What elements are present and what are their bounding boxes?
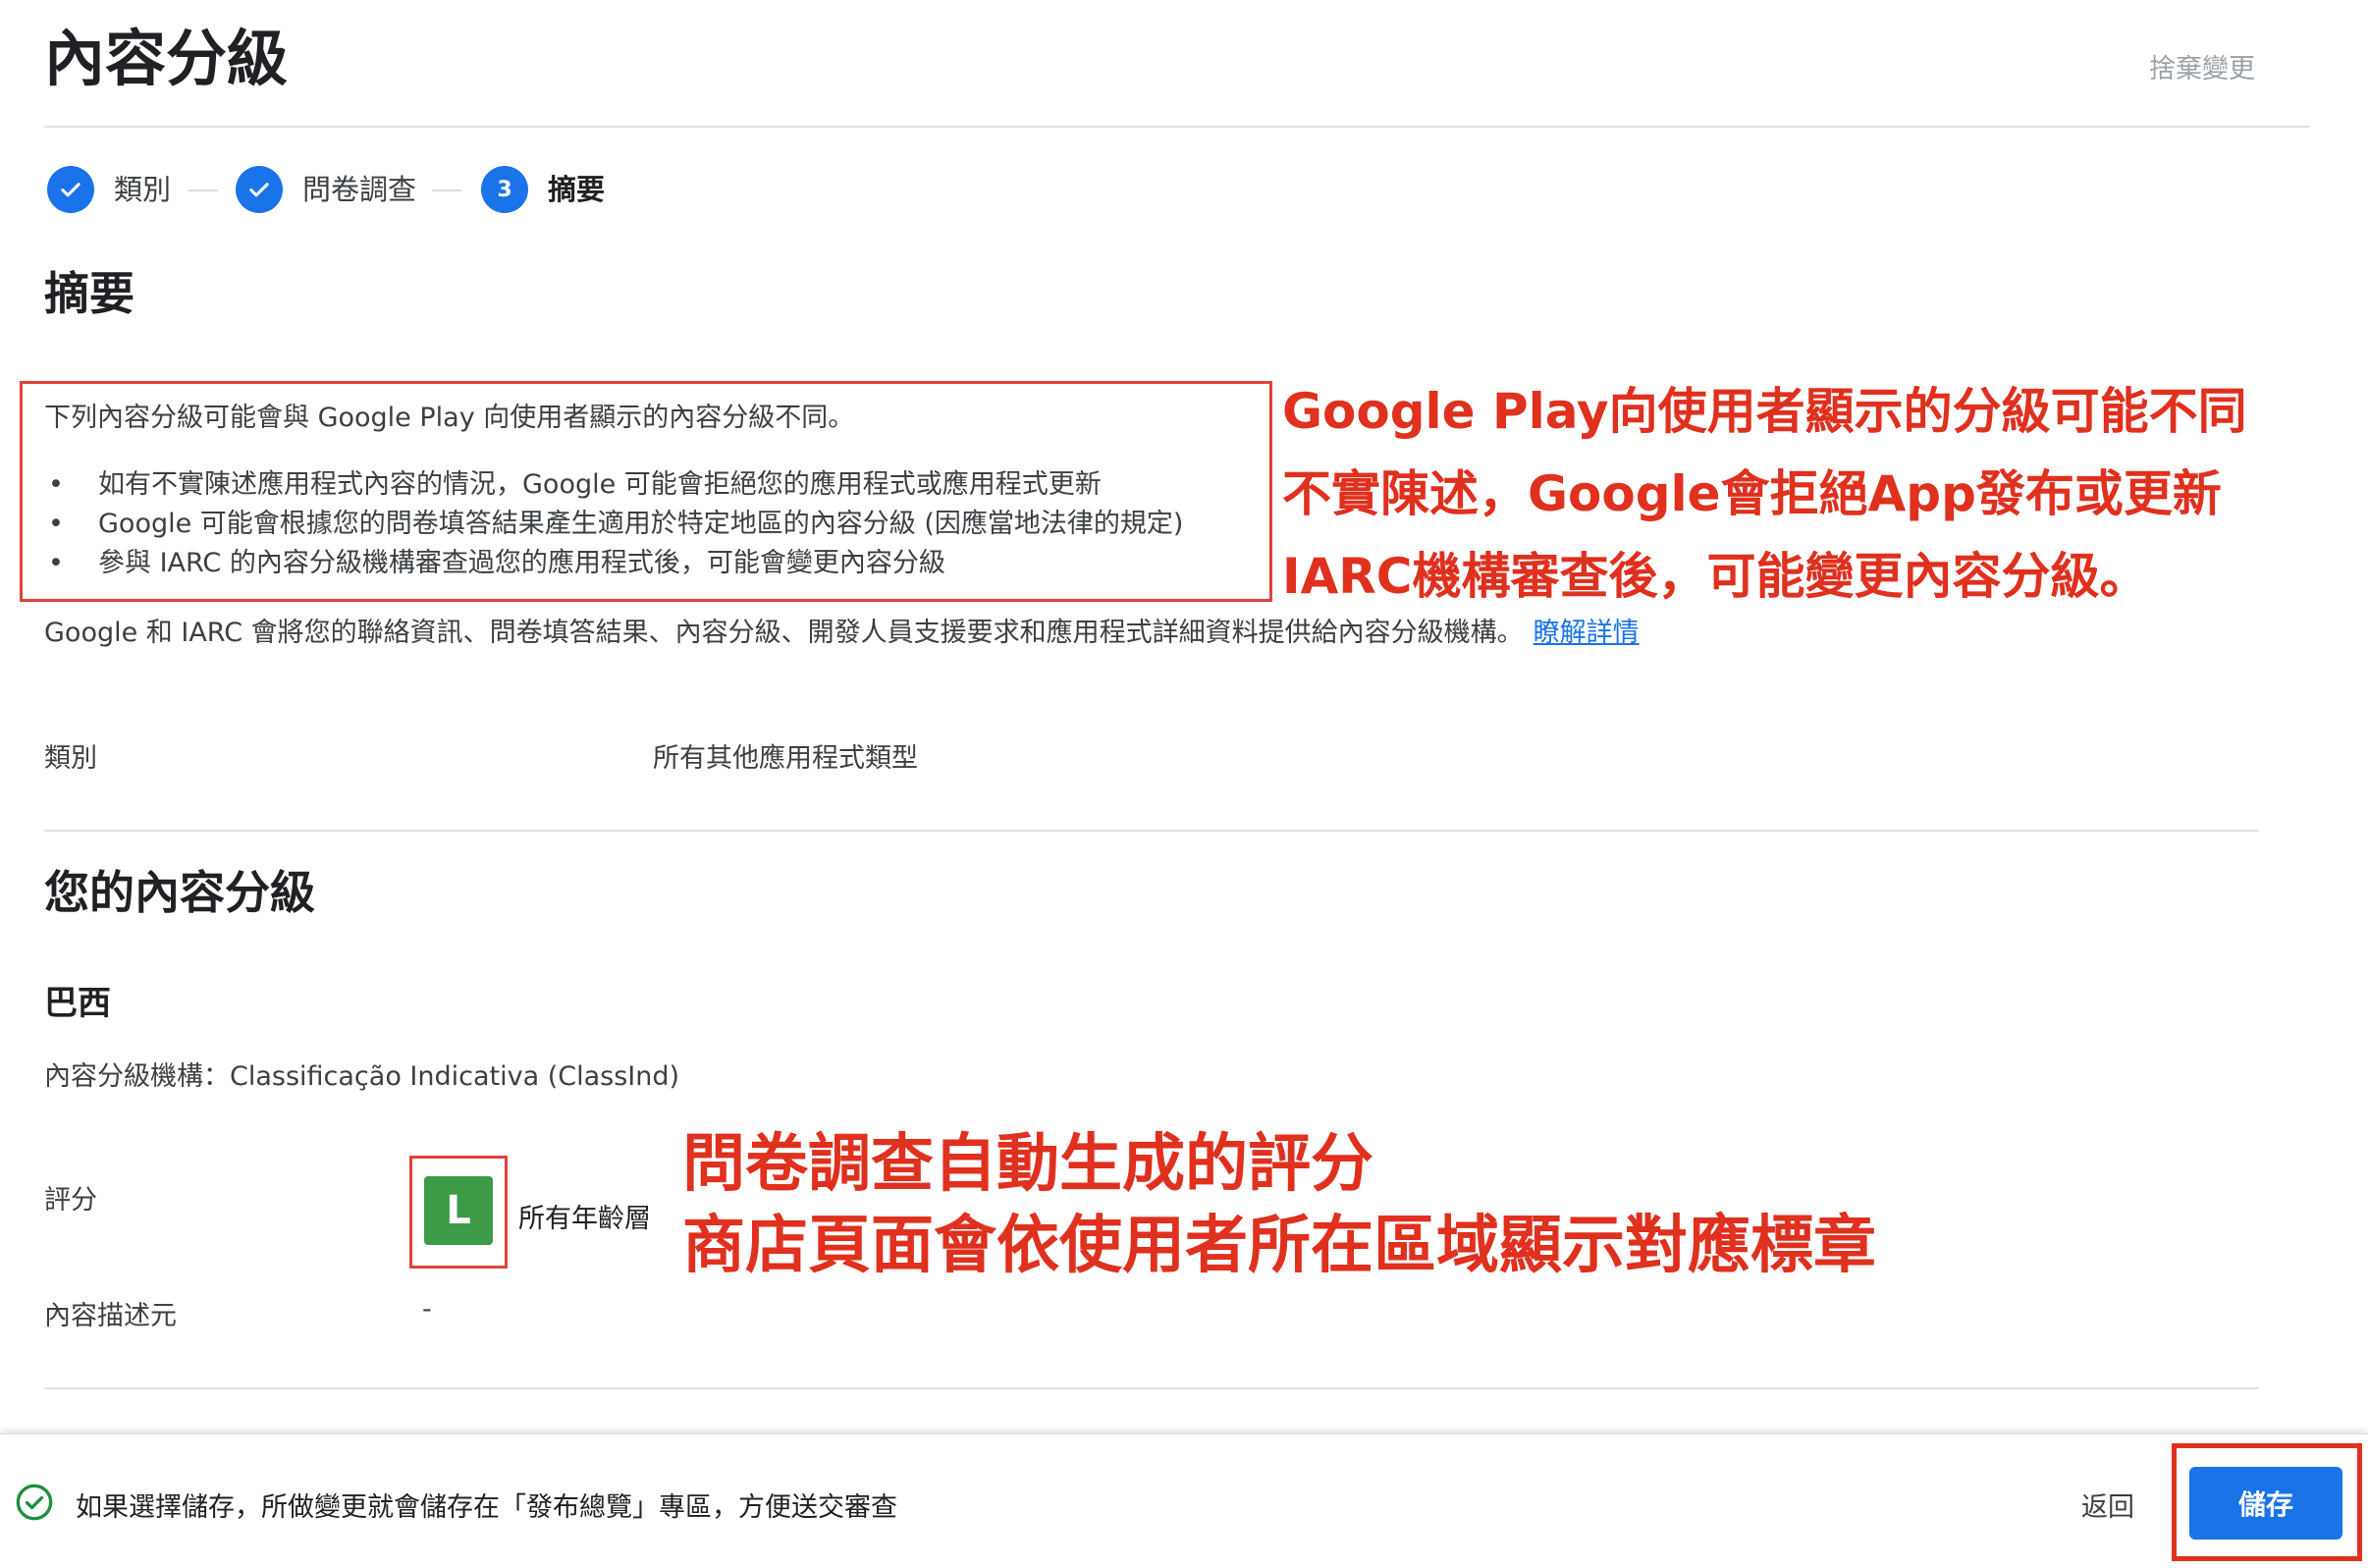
rating-badge-icon: L <box>424 1176 493 1245</box>
step-1-label[interactable]: 類別 <box>114 170 171 209</box>
learn-more-link[interactable]: 瞭解詳情 <box>1534 618 1640 648</box>
back-button[interactable]: 返回 <box>2081 1486 2134 1524</box>
check-circle-icon <box>16 1484 53 1521</box>
step-3-number: 3 <box>497 177 512 202</box>
annotation-notice-line: IARC機構審查後，可能變更內容分級。 <box>1282 548 2149 605</box>
annotation-rating-line: 問卷調查自動生成的評分 <box>682 1128 1373 1201</box>
step-2-label[interactable]: 問卷調查 <box>302 170 416 209</box>
annotation-notice-line: Google Play向使用者顯示的分級可能不同 <box>1282 383 2247 440</box>
country-heading: 巴西 <box>44 984 111 1023</box>
notice-intro: 下列內容分級可能會與 Google Play 向使用者顯示的內容分級不同。 <box>44 403 855 433</box>
rating-authority: 內容分級機構：Classificação Indicativa (ClassIn… <box>44 1061 680 1092</box>
section-divider <box>44 1387 2259 1389</box>
save-button[interactable]: 儲存 <box>2189 1467 2342 1540</box>
annotation-rating-line: 商店頁面會依使用者所在區域顯示對應標章 <box>682 1210 1876 1282</box>
notice-list: 如有不實陳述應用程式內容的情況，Google 可能會拒絕您的應用程式或應用程式更… <box>44 465 1183 583</box>
notice-item: 如有不實陳述應用程式內容的情況，Google 可能會拒絕您的應用程式或應用程式更… <box>44 465 1183 505</box>
descriptors-label: 內容描述元 <box>44 1301 177 1331</box>
step-1-check-icon[interactable] <box>47 166 94 213</box>
checkmark-icon <box>249 183 269 197</box>
step-3-number-badge: 3 <box>481 166 528 213</box>
step-connector <box>188 189 218 191</box>
ratings-heading: 您的內容分級 <box>44 866 315 919</box>
descriptors-value: - <box>422 1294 432 1325</box>
rating-label: 評分 <box>44 1185 97 1216</box>
category-label: 類別 <box>44 743 97 774</box>
checkmark-icon <box>61 183 81 197</box>
info-text-body: Google 和 IARC 會將您的聯絡資訊、問卷填答結果、內容分級、開發人員支… <box>44 618 1524 648</box>
discard-changes-button[interactable]: 捨棄變更 <box>2149 47 2255 85</box>
step-connector <box>432 189 461 191</box>
page-title: 內容分級 <box>44 23 289 94</box>
info-text: Google 和 IARC 會將您的聯絡資訊、問卷填答結果、內容分級、開發人員支… <box>44 616 1640 651</box>
category-value: 所有其他應用程式類型 <box>653 743 918 774</box>
rating-badge-letter: L <box>446 1188 471 1233</box>
footer-message: 如果選擇儲存，所做變更就會儲存在「發布總覽」專區，方便送交審查 <box>76 1492 897 1523</box>
header-divider <box>44 126 2310 128</box>
step-2-check-icon[interactable] <box>236 166 283 213</box>
notice-item: 參與 IARC 的內容分級機構審查過您的應用程式後，可能會變更內容分級 <box>44 544 1183 583</box>
summary-heading: 摘要 <box>44 267 135 320</box>
notice-item: Google 可能會根據您的問卷填答結果產生適用於特定地區的內容分級 (因應當地… <box>44 505 1183 544</box>
step-3-label: 摘要 <box>548 173 606 206</box>
rating-badge-text: 所有年齡層 <box>518 1204 651 1234</box>
section-divider <box>44 830 2259 832</box>
annotation-notice-line: 不實陳述，Google會拒絕App發布或更新 <box>1282 465 2222 522</box>
